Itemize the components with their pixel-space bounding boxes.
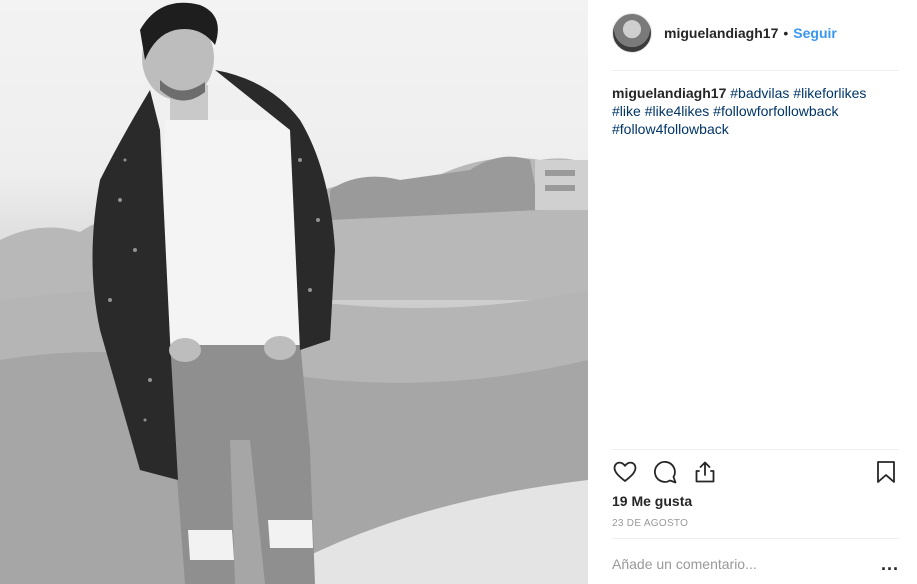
hashtag-link[interactable]: #likeforlikes [793,85,866,101]
post-side-panel: miguelandiagh17 • Seguir miguelandiagh17… [588,0,917,584]
bookmark-icon[interactable] [873,459,899,485]
photo-illustration [0,2,588,584]
divider [612,449,899,450]
separator-dot: • [783,25,789,41]
hashtag-link[interactable]: #follow4followback [612,121,729,137]
post-header: miguelandiagh17 • Seguir [612,11,899,55]
heart-icon[interactable] [612,459,638,485]
follow-button[interactable]: Seguir [793,25,837,41]
hashtag-link[interactable]: #like [612,103,641,119]
avatar[interactable] [612,13,652,53]
divider [612,538,899,539]
likes-count[interactable]: 19 Me gusta [612,493,692,509]
caption-username[interactable]: miguelandiagh17 [612,85,726,101]
hashtag-link[interactable]: #followforfollowback [713,103,838,119]
comment-row: ... [612,552,899,576]
post-date[interactable]: 23 DE AGOSTO [612,518,688,529]
username-link[interactable]: miguelandiagh17 [664,25,778,41]
hashtag-link[interactable]: #like4likes [645,103,710,119]
comment-bubble-icon[interactable] [652,459,678,485]
share-icon[interactable] [692,459,718,485]
comment-input[interactable] [612,556,879,572]
hashtag-link[interactable]: #badvilas [730,85,789,101]
post-photo[interactable] [0,0,588,584]
more-options-icon[interactable]: ... [879,555,899,573]
divider [612,70,899,71]
post-caption: miguelandiagh17 #badvilas #likeforlikes … [612,84,892,138]
action-bar [612,458,899,486]
